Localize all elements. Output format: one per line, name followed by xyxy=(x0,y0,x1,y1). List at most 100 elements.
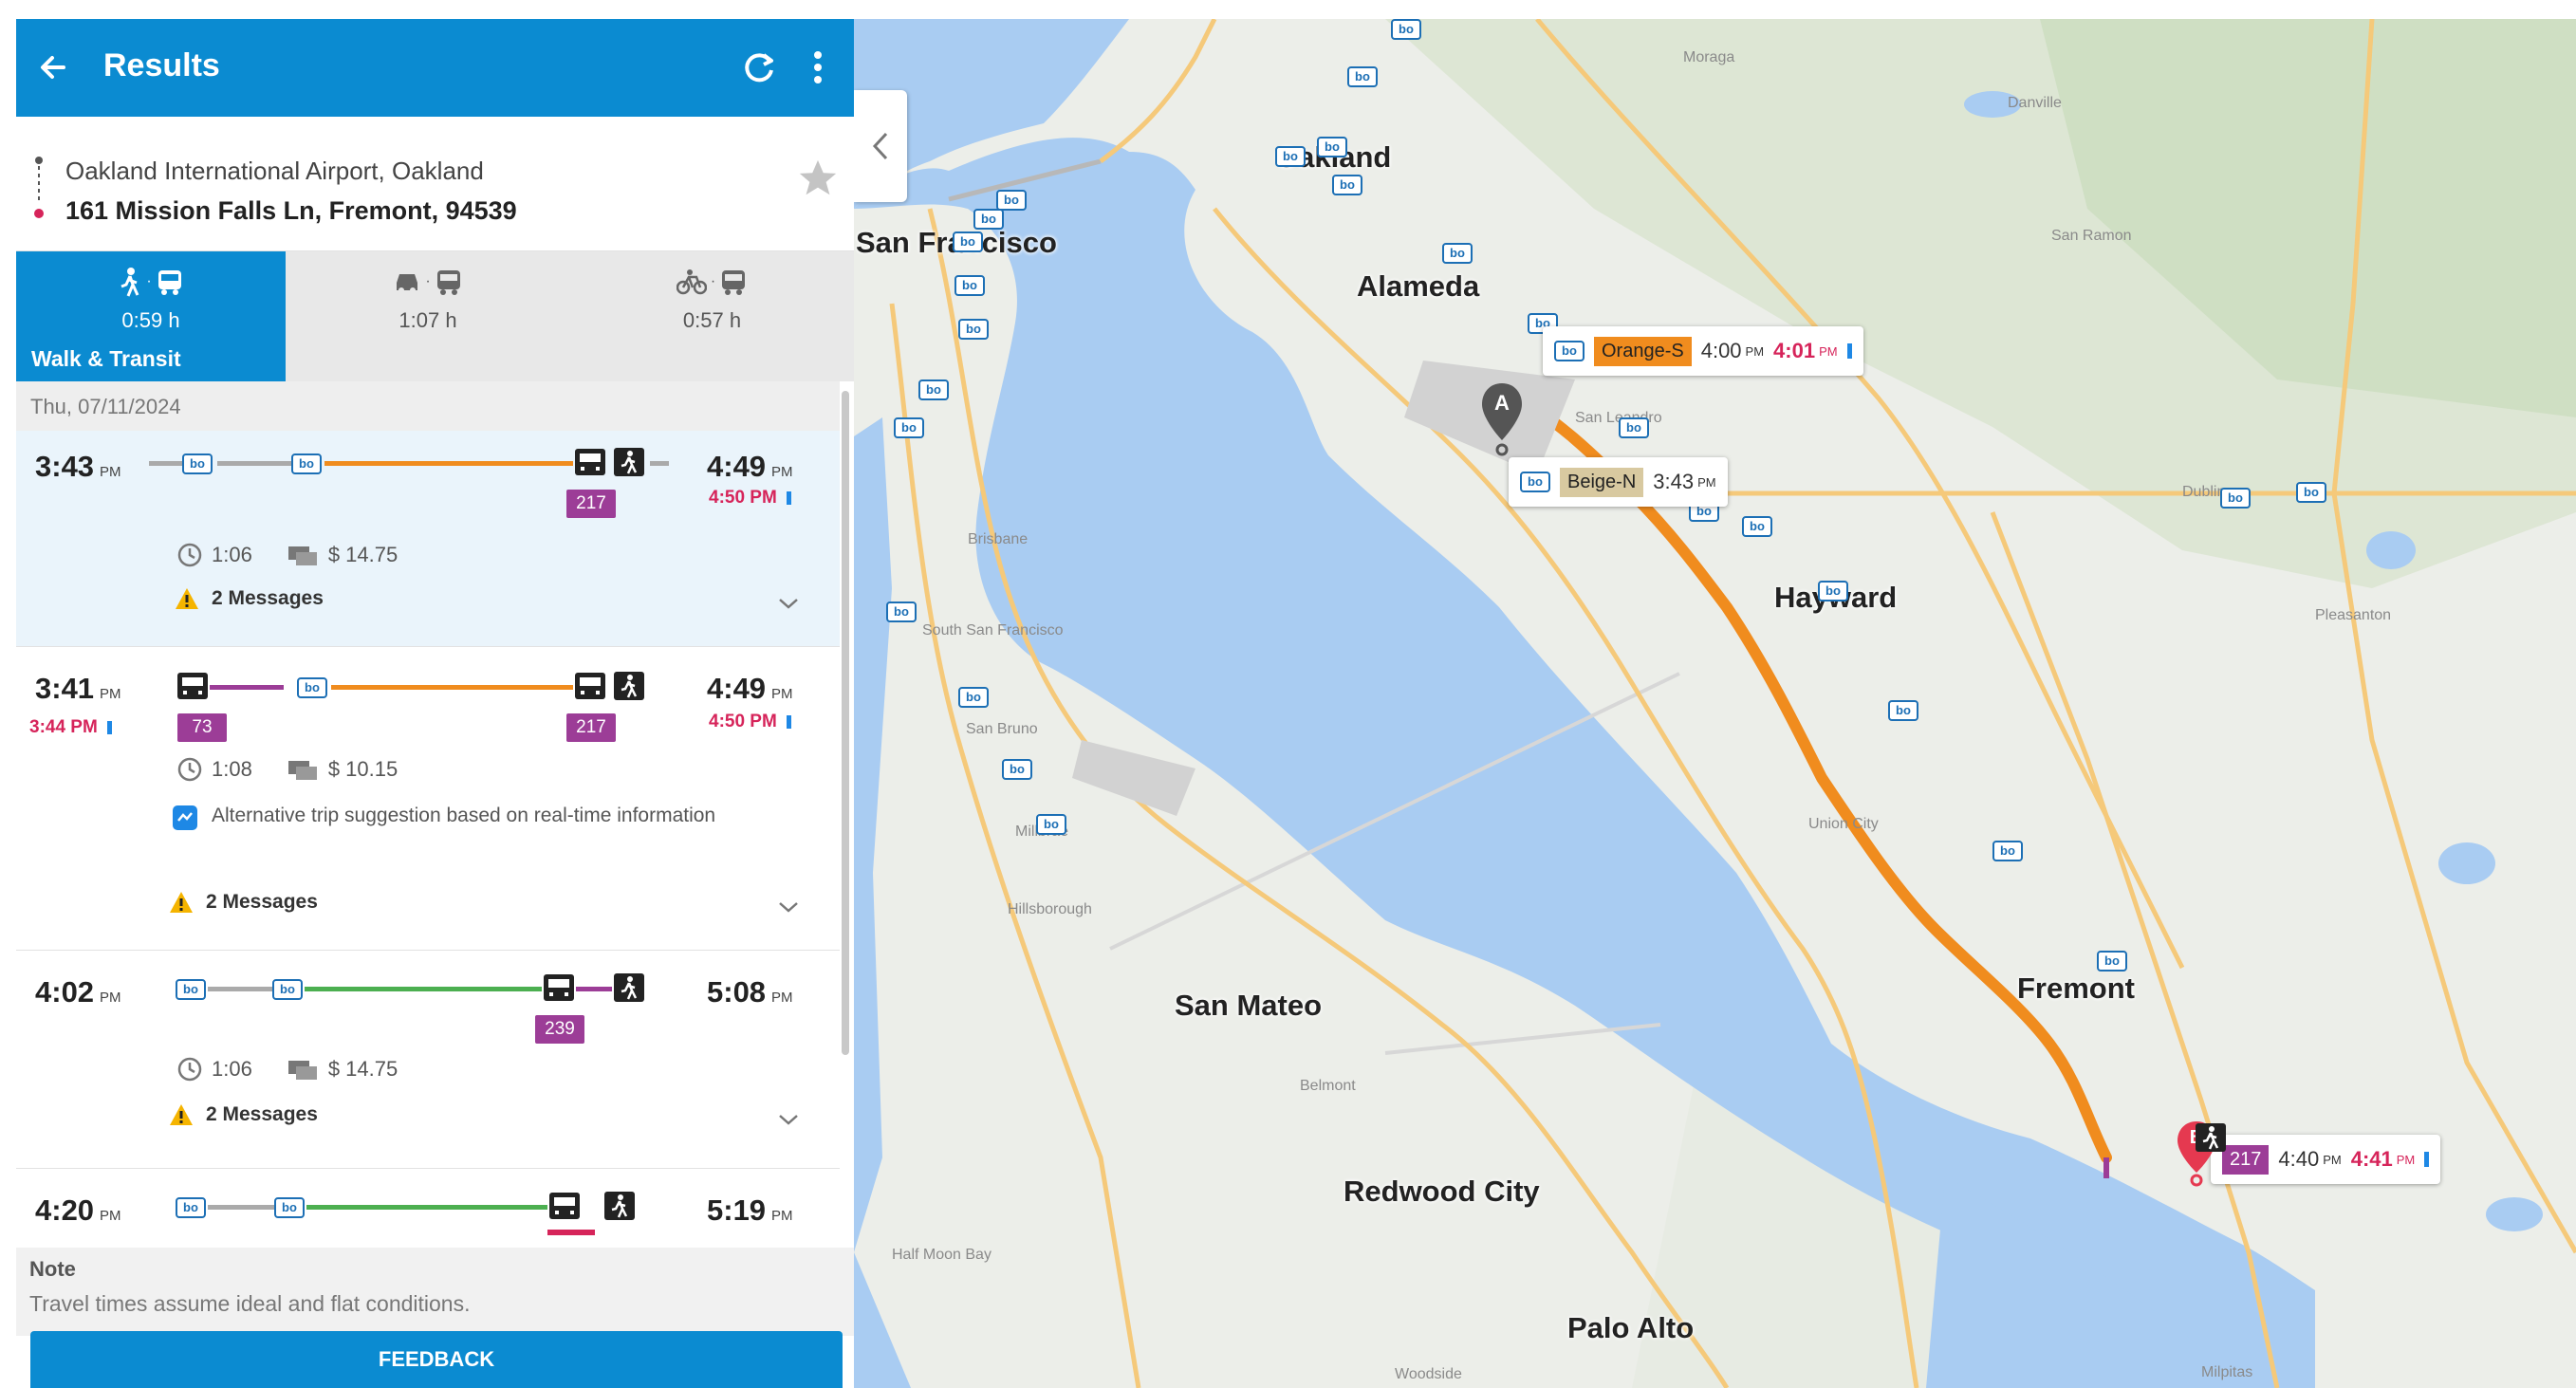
trip-callout-orange[interactable]: bo Orange-S 4:00 PM 4:01 PM xyxy=(1543,326,1863,376)
map-town-label: South San Francisco xyxy=(922,622,1064,638)
bart-station-marker[interactable]: bo xyxy=(953,231,983,252)
tab-drive-transit[interactable]: · 1:07 h xyxy=(286,251,570,381)
trip-messages[interactable]: 2 Messages xyxy=(174,586,324,611)
map-town-label: Hillsborough xyxy=(1008,901,1092,917)
bart-station-marker[interactable]: bo xyxy=(1036,814,1066,835)
bart-station-marker[interactable]: bo xyxy=(1818,581,1848,601)
results-scrollbar[interactable] xyxy=(840,391,851,1235)
bart-station-marker[interactable]: bo xyxy=(1992,841,2023,861)
bart-station-marker[interactable]: bo xyxy=(973,209,1004,230)
bart-station-marker[interactable]: bo xyxy=(886,601,917,622)
bart-station-marker[interactable]: bo xyxy=(1347,66,1378,87)
bart-station-marker[interactable]: bo xyxy=(2220,488,2251,509)
bart-station-marker[interactable]: bo xyxy=(1317,137,1347,157)
bart-stop-icon: bo xyxy=(1554,341,1585,361)
departure-time: 4:20 PM xyxy=(35,1194,121,1227)
line-label: 217 xyxy=(2222,1144,2270,1175)
trip-option[interactable]: 4:20 PM bo bo 5:19 PM xyxy=(16,1169,840,1248)
route-summary: Oakland International Airport, Oakland 1… xyxy=(16,117,854,251)
mode-time: 0:57 h xyxy=(682,308,742,332)
origin-pin-a[interactable]: A xyxy=(1478,381,1526,457)
note-section: Note Travel times assume ideal and flat … xyxy=(16,1248,854,1336)
bart-station-marker[interactable]: bo xyxy=(1391,19,1421,40)
chevron-down-icon[interactable] xyxy=(775,1110,802,1129)
bart-station-marker[interactable]: bo xyxy=(958,687,989,708)
walk-icon xyxy=(614,973,644,1002)
trip-option[interactable]: 4:02 PM bo bo 239 5:08 PM 1:06 $ 14.75 2… xyxy=(16,951,840,1169)
bart-station-marker[interactable]: bo xyxy=(2296,482,2326,503)
alternative-trip-note: Alternative trip suggestion based on rea… xyxy=(212,805,716,826)
fare-ticket-icon xyxy=(287,546,317,565)
collapse-panel-button[interactable] xyxy=(854,90,907,202)
bart-station-marker[interactable]: bo xyxy=(2097,951,2127,972)
bart-station-marker[interactable]: bo xyxy=(1442,243,1473,264)
mode-tabs: · 0:59 h Walk & Transit · 1:07 h · 0:57 … xyxy=(16,251,854,381)
bart-station-marker[interactable]: bo xyxy=(1619,417,1649,438)
map-town-label: Milpitas xyxy=(2201,1364,2253,1380)
tab-walk-transit[interactable]: · 0:59 h Walk & Transit xyxy=(16,251,286,381)
bart-stop-icon: bo xyxy=(176,1197,206,1218)
tab-bike-transit[interactable]: · 0:57 h xyxy=(570,251,854,381)
bart-station-marker[interactable]: bo xyxy=(958,319,989,340)
mode-label: Walk & Transit xyxy=(31,346,181,371)
fare-ticket-icon xyxy=(287,761,317,780)
bart-station-marker[interactable]: bo xyxy=(1742,516,1772,537)
route-badge: 73 xyxy=(177,713,227,742)
trip-messages[interactable]: 2 Messages xyxy=(168,890,318,915)
arrival-time: 4:49 PM xyxy=(707,672,793,705)
bus-icon xyxy=(575,449,605,475)
bart-station-marker[interactable]: bo xyxy=(1332,175,1362,195)
feedback-button[interactable]: FEEDBACK xyxy=(30,1331,843,1388)
bart-station-marker[interactable]: bo xyxy=(996,190,1027,211)
realtime-time: 4:01 xyxy=(1773,339,1816,362)
scheduled-time: 4:40 xyxy=(2278,1147,2320,1171)
refresh-icon[interactable] xyxy=(735,44,783,91)
trip-fare: $ 10.15 xyxy=(327,757,398,781)
trip-meta: 1:06 $ 14.75 xyxy=(177,543,398,567)
bart-station-marker[interactable]: bo xyxy=(894,417,924,438)
bart-station-marker[interactable]: bo xyxy=(918,379,949,400)
bart-station-marker[interactable]: bo xyxy=(1002,759,1032,780)
bart-station-marker[interactable]: bo xyxy=(1275,146,1306,167)
origin-text[interactable]: Oakland International Airport, Oakland xyxy=(65,157,484,186)
map-view[interactable]: San Francisco Oakland Alameda Hayward Sa… xyxy=(854,19,2576,1388)
note-title: Note xyxy=(29,1257,76,1281)
map-city-label: San Mateo xyxy=(1175,989,1323,1022)
arrival-time: 4:49 PM xyxy=(707,450,793,483)
trip-duration: 1:06 xyxy=(212,1057,252,1081)
scheduled-time: 4:00 xyxy=(1700,339,1742,362)
chevron-down-icon[interactable] xyxy=(775,594,802,613)
trip-option[interactable]: 3:43 PM bo bo 217 4:49 PM 4:50 PM 1:06 $ 1… xyxy=(16,431,840,647)
realtime-departure: 3:44 PM xyxy=(29,717,112,738)
realtime-time: 4:41 xyxy=(2350,1147,2393,1171)
trip-callout-beige[interactable]: bo Beige-N 3:43 PM xyxy=(1509,457,1728,507)
favorite-star-icon[interactable] xyxy=(796,157,840,200)
bus-icon xyxy=(722,270,746,295)
map-town-label: Pleasanton xyxy=(2315,607,2392,623)
warning-icon xyxy=(176,588,198,609)
arrival-time: 5:08 PM xyxy=(707,975,793,1009)
map-town-label: Dublin xyxy=(2182,484,2226,500)
trip-option[interactable]: 3:41 PM 3:44 PM bo 73 217 4:49 PM 4:50 PM … xyxy=(16,647,840,951)
warning-icon xyxy=(170,1104,193,1125)
chevron-down-icon[interactable] xyxy=(775,898,802,916)
warning-icon xyxy=(170,892,193,913)
trip-messages[interactable]: 2 Messages xyxy=(168,1102,318,1127)
mode-time: 1:07 h xyxy=(398,308,457,332)
trip-callout-bus-217[interactable]: 217 4:40 PM 4:41 PM xyxy=(2211,1135,2441,1184)
walk-icon xyxy=(120,268,139,297)
note-body: Travel times assume ideal and flat condi… xyxy=(29,1291,471,1316)
destination-text[interactable]: 161 Mission Falls Ln, Fremont, 94539 xyxy=(65,196,517,226)
app-window: Results Oakland International Airport, O… xyxy=(0,0,2576,1388)
map-city-label: Alameda xyxy=(1357,269,1480,303)
bart-station-marker[interactable]: bo xyxy=(954,275,985,296)
map-city-label: Palo Alto xyxy=(1567,1311,1695,1344)
back-arrow-icon[interactable] xyxy=(31,44,79,91)
bart-station-marker[interactable]: bo xyxy=(1888,700,1918,721)
map-town-label: Woodside xyxy=(1395,1366,1462,1382)
more-menu-icon[interactable] xyxy=(804,44,832,91)
map-town-label: Brisbane xyxy=(968,531,1029,547)
trip-duration: 1:06 xyxy=(212,543,252,566)
results-panel: Results Oakland International Airport, O… xyxy=(16,19,854,1388)
bart-stop-icon: bo xyxy=(291,453,322,474)
